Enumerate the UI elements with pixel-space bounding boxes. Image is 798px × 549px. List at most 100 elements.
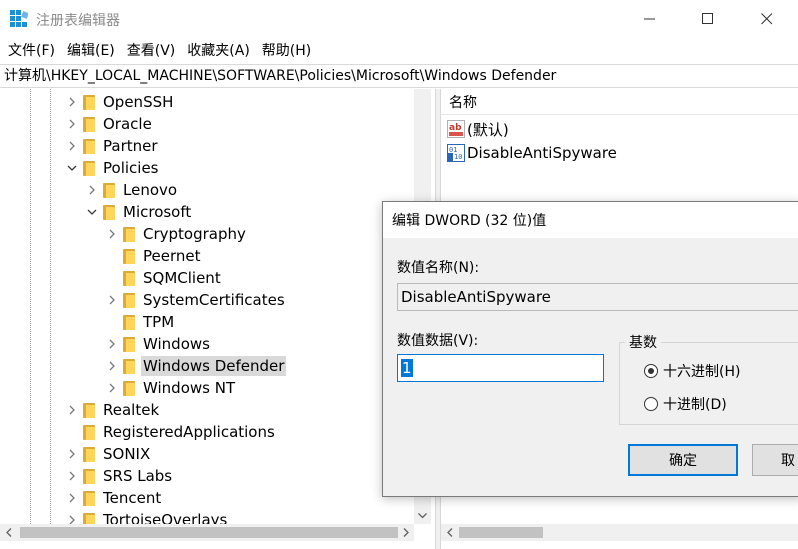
value-data-label: 数值数据(V): bbox=[397, 333, 479, 349]
chevron-right-icon[interactable] bbox=[105, 223, 119, 245]
list-item[interactable]: ab (默认) bbox=[447, 117, 509, 141]
folder-icon bbox=[123, 380, 135, 396]
chevron-right-icon[interactable] bbox=[65, 487, 79, 509]
tree-item[interactable]: Tencent bbox=[65, 487, 163, 509]
tree-item[interactable]: Windows bbox=[105, 333, 212, 355]
chevron-right-icon[interactable] bbox=[65, 135, 79, 157]
menu-file[interactable]: 文件(F) bbox=[2, 38, 61, 64]
tree-item[interactable]: SRS Labs bbox=[65, 465, 174, 487]
value-name-field[interactable]: DisableAntiSpyware bbox=[397, 283, 798, 311]
tree-item-label: Oracle bbox=[103, 115, 152, 133]
tree-guide-line bbox=[50, 89, 51, 524]
chevron-right-icon[interactable] bbox=[65, 465, 79, 487]
menu-view[interactable]: 查看(V) bbox=[121, 38, 182, 64]
chevron-right-icon[interactable] bbox=[105, 355, 119, 377]
tree-horizontal-scrollbar[interactable] bbox=[0, 524, 414, 541]
tree-item[interactable]: RegisteredApplications bbox=[65, 421, 277, 443]
chevron-down-icon[interactable] bbox=[85, 201, 99, 223]
tree-item-label: Realtek bbox=[103, 401, 160, 419]
tree-item[interactable]: SystemCertificates bbox=[105, 289, 287, 311]
chevron-down-icon bbox=[418, 512, 427, 518]
menu-help[interactable]: 帮助(H) bbox=[256, 38, 317, 64]
tree-item-label: Cryptography bbox=[143, 225, 246, 243]
chevron-left-icon bbox=[446, 528, 452, 537]
list-item[interactable]: 01 10 DisableAntiSpyware bbox=[447, 141, 617, 165]
tree-item[interactable]: SONIX bbox=[65, 443, 152, 465]
folder-icon bbox=[123, 270, 135, 286]
folder-icon bbox=[83, 402, 95, 418]
chevron-right-icon[interactable] bbox=[65, 113, 79, 135]
list-scroll-thumb[interactable] bbox=[459, 527, 543, 538]
tree-scroll-thumb[interactable] bbox=[20, 527, 398, 538]
tree-item[interactable]: Windows Defender bbox=[105, 355, 287, 377]
tree-item-label: SQMClient bbox=[143, 269, 221, 287]
tree-item-label: SRS Labs bbox=[103, 467, 173, 485]
value-data-input[interactable]: 1 bbox=[397, 354, 604, 382]
tree-item[interactable]: OpenSSH bbox=[65, 91, 175, 113]
chevron-right-icon[interactable] bbox=[105, 377, 119, 399]
tree-item[interactable]: TPM bbox=[105, 311, 176, 333]
tree-item-label: Windows bbox=[143, 335, 210, 353]
chevron-down-icon[interactable] bbox=[65, 157, 79, 179]
radio-button-checked[interactable] bbox=[644, 364, 658, 378]
radio-dec[interactable]: 十进制(D) bbox=[644, 394, 727, 414]
chevron-right-icon[interactable] bbox=[65, 91, 79, 113]
close-button[interactable] bbox=[744, 0, 790, 38]
tree-item-label: Peernet bbox=[143, 247, 201, 265]
menu-edit[interactable]: 编辑(E) bbox=[61, 38, 121, 64]
tree-item[interactable]: Windows NT bbox=[105, 377, 237, 399]
chevron-left-icon bbox=[5, 528, 11, 537]
tree-item[interactable]: Partner bbox=[65, 135, 160, 157]
folder-icon bbox=[103, 182, 115, 198]
tree-item[interactable]: Peernet bbox=[105, 245, 203, 267]
scroll-left-arrow[interactable] bbox=[0, 524, 17, 541]
key-tree: OpenSSH Oracle Partner Policies Lenovo Micros… bbox=[0, 89, 435, 549]
column-header-name[interactable]: 名称 bbox=[441, 89, 798, 115]
radio-button[interactable] bbox=[644, 397, 658, 411]
menu-favorites[interactable]: 收藏夹(A) bbox=[181, 38, 256, 64]
tree-guide-line bbox=[30, 89, 31, 524]
chevron-right-icon[interactable] bbox=[105, 333, 119, 355]
base-group-title: 基数 bbox=[625, 332, 661, 352]
radio-hex-label: 十六进制(H) bbox=[663, 364, 741, 380]
folder-icon bbox=[123, 226, 135, 242]
chevron-right-icon[interactable] bbox=[65, 399, 79, 421]
window-title: 注册表编辑器 bbox=[36, 13, 120, 29]
scroll-down-arrow[interactable] bbox=[414, 507, 431, 524]
minimize-button[interactable] bbox=[627, 0, 673, 38]
tree-item-label: SONIX bbox=[103, 445, 151, 463]
tree-item[interactable]: Realtek bbox=[65, 399, 161, 421]
scroll-right-arrow[interactable] bbox=[397, 524, 414, 541]
tree-item[interactable]: Microsoft bbox=[85, 201, 193, 223]
folder-icon bbox=[123, 248, 135, 264]
chevron-right-icon[interactable] bbox=[105, 289, 119, 311]
chevron-right-icon[interactable] bbox=[85, 179, 99, 201]
tree-item[interactable]: Lenovo bbox=[85, 179, 179, 201]
tree-item-label: Lenovo bbox=[123, 181, 178, 199]
folder-icon bbox=[83, 446, 95, 462]
address-bar[interactable]: 计算机\HKEY_LOCAL_MACHINE\SOFTWARE\Policies… bbox=[0, 64, 798, 88]
folder-icon bbox=[103, 204, 115, 220]
value-name: DisableAntiSpyware bbox=[467, 144, 617, 162]
ok-button[interactable]: 确定 bbox=[628, 444, 738, 476]
tree-item-label: Microsoft bbox=[123, 203, 192, 221]
value-name: (默认) bbox=[467, 120, 509, 139]
radio-hex[interactable]: 十六进制(H) bbox=[644, 361, 740, 381]
tree-item[interactable]: Policies bbox=[65, 157, 160, 179]
scroll-left-arrow[interactable] bbox=[441, 524, 458, 541]
list-horizontal-scrollbar[interactable] bbox=[441, 524, 798, 541]
chevron-right-icon[interactable] bbox=[65, 443, 79, 465]
tree-item[interactable]: Oracle bbox=[65, 113, 154, 135]
tree-item[interactable]: SQMClient bbox=[105, 267, 223, 289]
folder-icon bbox=[123, 314, 135, 330]
cancel-button[interactable]: 取 bbox=[752, 444, 798, 476]
tree-item-label: TPM bbox=[143, 313, 175, 331]
folder-icon bbox=[83, 138, 95, 154]
tree-item[interactable]: Cryptography bbox=[105, 223, 248, 245]
value-name-label: 数值名称(N): bbox=[397, 260, 480, 276]
folder-icon bbox=[83, 94, 95, 110]
maximize-button[interactable] bbox=[685, 0, 731, 38]
